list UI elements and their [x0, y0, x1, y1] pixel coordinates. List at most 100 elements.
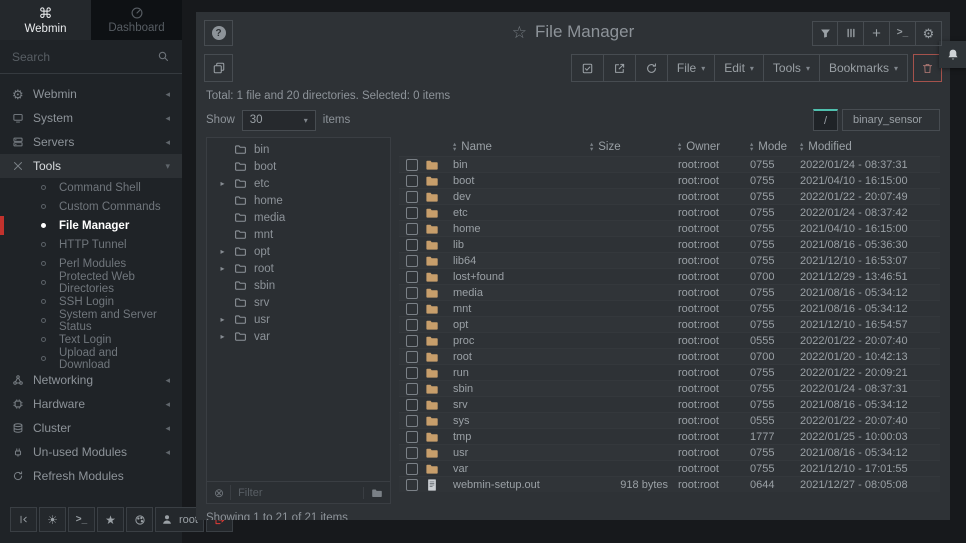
appearance-button[interactable] — [126, 507, 153, 532]
row-checkbox[interactable] — [406, 223, 418, 235]
table-row-bin[interactable]: binroot:root07552022/01/24 - 08:37:31 — [399, 156, 940, 172]
sidebar-subitem-system-and-server-status[interactable]: System and Server Status — [0, 311, 182, 330]
sidebar-subitem-protected-web-directories[interactable]: Protected Web Directories — [0, 273, 182, 292]
table-row-srv[interactable]: srvroot:root07552021/08/16 - 05:34:12 — [399, 396, 940, 412]
row-checkbox[interactable] — [406, 255, 418, 267]
favorites-button[interactable]: ★ — [97, 507, 124, 532]
row-checkbox[interactable] — [406, 207, 418, 219]
shell-button[interactable]: >_ — [890, 21, 916, 46]
tree-item-sbin[interactable]: sbin — [207, 277, 390, 294]
sidebar-subitem-file-manager[interactable]: File Manager — [0, 216, 182, 235]
sidebar-item-webmin[interactable]: ⚙Webmin◂ — [0, 82, 182, 106]
table-row-proc[interactable]: procroot:root05552022/01/22 - 20:07:40 — [399, 332, 940, 348]
tab-webmin[interactable]: ⌘ Webmin — [0, 0, 91, 40]
tree-expand-icon[interactable]: ▸ — [218, 315, 227, 324]
file-name[interactable]: home — [453, 223, 588, 235]
folder-icon[interactable] — [363, 487, 383, 499]
sidebar-item-system[interactable]: System◂ — [0, 106, 182, 130]
column-header-modified[interactable]: ▴▾Modified — [800, 141, 940, 153]
file-name[interactable]: sys — [453, 415, 588, 427]
column-header-name[interactable]: ▴▾Name — [453, 141, 588, 153]
table-row-etc[interactable]: etcroot:root07552022/01/24 - 08:37:42 — [399, 204, 940, 220]
row-checkbox[interactable] — [406, 319, 418, 331]
table-row-dev[interactable]: devroot:root07552022/01/22 - 20:07:49 — [399, 188, 940, 204]
help-button[interactable]: ? — [204, 20, 233, 46]
sidebar-subitem-upload-and-download[interactable]: Upload and Download — [0, 349, 182, 368]
sidebar-item-refresh-modules[interactable]: Refresh Modules — [0, 464, 182, 488]
file-name[interactable]: etc — [453, 207, 588, 219]
delete-button[interactable] — [913, 54, 942, 82]
file-name[interactable]: var — [453, 463, 588, 475]
tools-menu-button[interactable]: Tools▾ — [764, 54, 820, 82]
tree-item-mnt[interactable]: mnt — [207, 226, 390, 243]
tree-item-var[interactable]: ▸var — [207, 328, 390, 345]
table-row-mnt[interactable]: mntroot:root07552021/08/16 - 05:34:12 — [399, 300, 940, 316]
sidebar-item-tools[interactable]: Tools▾ — [0, 154, 182, 178]
file-name[interactable]: srv — [453, 399, 588, 411]
clone-window-button[interactable] — [204, 54, 233, 82]
row-checkbox[interactable] — [406, 447, 418, 459]
clear-filter-icon[interactable]: ⊗ — [214, 487, 224, 499]
row-checkbox[interactable] — [406, 159, 418, 171]
sidebar-subitem-custom-commands[interactable]: Custom Commands — [0, 197, 182, 216]
tree-item-media[interactable]: media — [207, 209, 390, 226]
table-row-tmp[interactable]: tmproot:root17772022/01/25 - 10:00:03 — [399, 428, 940, 444]
table-row-lib[interactable]: libroot:root07552021/08/16 - 05:36:30 — [399, 236, 940, 252]
terminal-button[interactable]: >_ — [68, 507, 95, 532]
tree-expand-icon[interactable]: ▸ — [218, 264, 227, 273]
tree-item-usr[interactable]: ▸usr — [207, 311, 390, 328]
file-name[interactable]: usr — [453, 447, 588, 459]
select-toggle-button[interactable] — [571, 54, 604, 82]
row-checkbox[interactable] — [406, 415, 418, 427]
sidebar-item-hardware[interactable]: Hardware◂ — [0, 392, 182, 416]
file-name[interactable]: boot — [453, 175, 588, 187]
bookmarks-menu-button[interactable]: Bookmarks▾ — [820, 54, 908, 82]
row-checkbox[interactable] — [406, 239, 418, 251]
tab-dashboard[interactable]: Dashboard — [91, 0, 182, 40]
tree-item-home[interactable]: home — [207, 192, 390, 209]
file-name[interactable]: lib — [453, 239, 588, 251]
notifications-button[interactable] — [939, 41, 966, 68]
file-name[interactable]: root — [453, 351, 588, 363]
row-checkbox[interactable] — [406, 383, 418, 395]
search-input[interactable] — [12, 50, 157, 64]
sidebar-subitem-command-shell[interactable]: Command Shell — [0, 178, 182, 197]
row-checkbox[interactable] — [406, 303, 418, 315]
favorite-star-icon[interactable]: ☆ — [512, 24, 527, 41]
row-checkbox[interactable] — [406, 463, 418, 475]
row-checkbox[interactable] — [406, 191, 418, 203]
file-name[interactable]: bin — [453, 159, 588, 171]
table-row-lost-found[interactable]: lost+foundroot:root07002021/12/29 - 13:4… — [399, 268, 940, 284]
file-name[interactable]: proc — [453, 335, 588, 347]
table-row-webmin-setup-out[interactable]: webmin-setup.out918 bytesroot:root064420… — [399, 476, 940, 492]
row-checkbox[interactable] — [406, 287, 418, 299]
sidebar-item-servers[interactable]: Servers◂ — [0, 130, 182, 154]
column-header-size[interactable]: ▴▾Size — [588, 141, 678, 153]
row-checkbox[interactable] — [406, 351, 418, 363]
file-menu-button[interactable]: File▾ — [668, 54, 715, 82]
open-external-button[interactable] — [604, 54, 636, 82]
tree-item-srv[interactable]: srv — [207, 294, 390, 311]
column-header-owner[interactable]: ▴▾Owner — [678, 141, 750, 153]
settings-button[interactable]: ⚙ — [916, 21, 942, 46]
row-checkbox[interactable] — [406, 335, 418, 347]
table-row-usr[interactable]: usrroot:root07552021/08/16 - 05:34:12 — [399, 444, 940, 460]
row-checkbox[interactable] — [406, 367, 418, 379]
sidebar-item-networking[interactable]: Networking◂ — [0, 368, 182, 392]
file-name[interactable]: dev — [453, 191, 588, 203]
row-checkbox[interactable] — [406, 399, 418, 411]
refresh-button[interactable] — [636, 54, 668, 82]
sidebar-item-cluster[interactable]: Cluster◂ — [0, 416, 182, 440]
add-button[interactable]: + — [864, 21, 890, 46]
tree-item-root[interactable]: ▸root — [207, 260, 390, 277]
table-row-root[interactable]: rootroot:root07002022/01/20 - 10:42:13 — [399, 348, 940, 364]
breadcrumb-root-button[interactable]: / — [813, 109, 838, 131]
sidebar-item-un-used-modules[interactable]: Un-used Modules◂ — [0, 440, 182, 464]
tree-filter-input[interactable] — [230, 485, 357, 500]
file-name[interactable]: webmin-setup.out — [453, 479, 588, 491]
tree-item-boot[interactable]: boot — [207, 158, 390, 175]
tree-item-etc[interactable]: ▸etc — [207, 175, 390, 192]
sidebar-subitem-http-tunnel[interactable]: HTTP Tunnel — [0, 235, 182, 254]
file-name[interactable]: sbin — [453, 383, 588, 395]
table-row-var[interactable]: varroot:root07552021/12/10 - 17:01:55 — [399, 460, 940, 476]
